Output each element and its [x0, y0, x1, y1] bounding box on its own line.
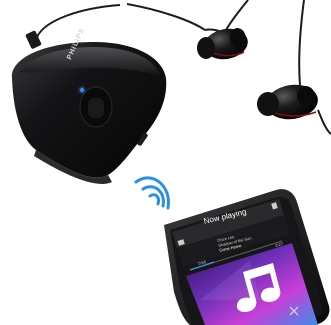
- wireless-signal-icon: [134, 176, 170, 210]
- left-earbud: [197, 28, 248, 60]
- smartphone: [164, 189, 330, 325]
- right-earbud: [257, 84, 318, 120]
- product-photo: PHILIPS Now playing Once Lee Shadow of t…: [0, 0, 331, 325]
- product-scene: [11, 0, 331, 325]
- headset-receiver: [11, 30, 167, 184]
